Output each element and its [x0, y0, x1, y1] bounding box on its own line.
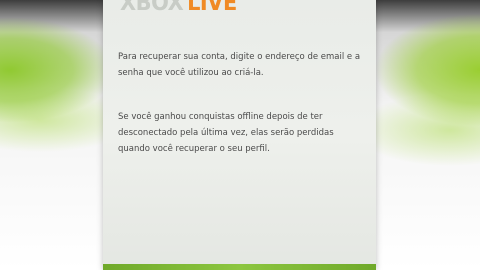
instruction-text: Para recuperar sua conta, digite o ender…	[118, 52, 361, 78]
logo-xbox-text: XBOX	[120, 0, 184, 16]
logo-live-text: LIVE	[187, 0, 237, 16]
background-right-swirl	[370, 0, 480, 270]
panel-bottom-bar	[103, 264, 376, 270]
dialog-panel: XBOX LIVE Para recuperar sua conta, digi…	[103, 0, 376, 270]
background-left-swirl	[0, 0, 110, 270]
xbox-live-logo: XBOX LIVE	[120, 0, 237, 19]
warning-text: Se você ganhou conquistas offline depois…	[118, 112, 334, 154]
